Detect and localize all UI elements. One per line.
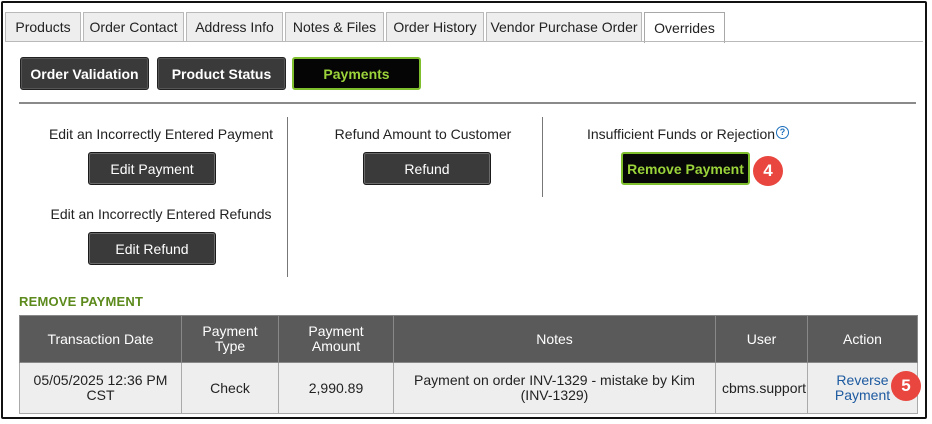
edit-payment-button[interactable]: Edit Payment — [88, 152, 216, 185]
header-notes: Notes — [393, 315, 716, 363]
cell-amount: 2,990.89 — [278, 362, 394, 414]
remove-payment-label: Insufficient Funds or Rejection? — [563, 126, 813, 142]
edit-refund-button[interactable]: Edit Refund — [88, 232, 216, 265]
header-payment-type: Payment Type — [181, 315, 279, 363]
order-validation-button[interactable]: Order Validation — [20, 57, 149, 90]
refund-button[interactable]: Refund — [363, 152, 491, 185]
step-badge-4: 4 — [753, 156, 783, 186]
header-payment-amount: Payment Amount — [278, 315, 394, 363]
edit-payment-label: Edit an Incorrectly Entered Payment — [48, 126, 274, 142]
tab-notes-files[interactable]: Notes & Files — [285, 12, 384, 41]
section-title: REMOVE PAYMENT — [19, 294, 144, 309]
tab-overrides[interactable]: Overrides — [644, 12, 725, 43]
table-row: 05/05/2025 12:36 PM CST Check 2,990.89 P… — [19, 362, 918, 414]
app-frame: Products Order Contact Address Info Note… — [1, 1, 927, 419]
header-action: Action — [807, 315, 918, 363]
cell-type: Check — [181, 362, 279, 414]
payments-table: Transaction Date Payment Type Payment Am… — [19, 315, 918, 414]
table-header-row: Transaction Date Payment Type Payment Am… — [19, 315, 918, 363]
tab-order-history[interactable]: Order History — [386, 12, 484, 41]
payments-button[interactable]: Payments — [292, 57, 421, 90]
tab-order-contact[interactable]: Order Contact — [83, 12, 184, 41]
tab-vendor-purchase-order[interactable]: Vendor Purchase Order — [486, 12, 642, 41]
tab-address-info[interactable]: Address Info — [186, 12, 283, 41]
cell-notes: Payment on order INV-1329 - mistake by K… — [393, 362, 716, 414]
section-divider — [19, 102, 916, 104]
step-badge-5: 5 — [891, 371, 921, 401]
cell-date: 05/05/2025 12:36 PM CST — [19, 362, 182, 414]
column-divider-2 — [542, 117, 543, 197]
header-transaction-date: Transaction Date — [19, 315, 182, 363]
tab-products[interactable]: Products — [5, 12, 81, 41]
cell-user: cbms.support — [715, 362, 808, 414]
reverse-payment-link[interactable]: Reverse Payment — [835, 372, 890, 403]
tab-divider — [5, 41, 923, 42]
help-icon[interactable]: ? — [776, 126, 790, 139]
remove-payment-button[interactable]: Remove Payment — [621, 152, 750, 185]
header-user: User — [715, 315, 808, 363]
edit-refund-label: Edit an Incorrectly Entered Refunds — [50, 206, 272, 222]
product-status-button[interactable]: Product Status — [157, 57, 286, 90]
refund-label: Refund Amount to Customer — [334, 126, 512, 142]
remove-payment-label-text: Insufficient Funds or Rejection — [586, 126, 776, 142]
column-divider-1 — [287, 117, 288, 277]
